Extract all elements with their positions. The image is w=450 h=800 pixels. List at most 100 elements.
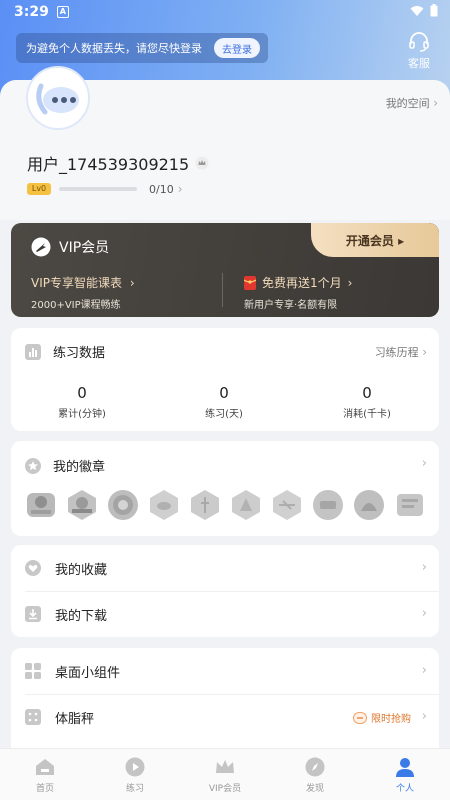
flash-sale-tag: 限时抢购	[353, 710, 411, 725]
tools-card: 桌面小组件 › 体脂秤 限时抢购 ›	[11, 648, 439, 748]
headset-icon	[409, 32, 429, 52]
tab-label: VIP会员	[208, 784, 242, 794]
widget-label: 桌面小组件	[55, 665, 121, 681]
medal-icon[interactable]	[312, 489, 344, 521]
level-badge: Lv0	[27, 183, 51, 195]
medal-icon[interactable]	[107, 489, 139, 521]
heart-icon	[25, 560, 41, 576]
tab-discover[interactable]: 发现	[270, 749, 360, 800]
status-bar: 3:29 A	[0, 0, 450, 24]
wifi-icon	[410, 5, 424, 16]
play-icon	[125, 757, 145, 777]
practice-title: 练习数据	[53, 346, 106, 361]
vip-schedule-title: VIP专享智能课表	[31, 276, 122, 290]
badges-header: 我的徽章	[25, 456, 105, 475]
tab-practice[interactable]: 练习	[90, 749, 180, 800]
medal-icon[interactable]	[148, 489, 180, 521]
open-vip-button[interactable]: 开通会员 ▸	[311, 223, 439, 257]
stat-total-minutes: 0 累计(分钟)	[32, 384, 132, 420]
vip-schedule-subtitle: 2000+VIP课程畅练	[31, 300, 121, 311]
crown-badge-icon	[195, 156, 209, 170]
person-icon	[396, 758, 414, 777]
my-space-link[interactable]: 我的空间 ›	[386, 95, 438, 111]
chevron-right-icon: ›	[421, 606, 427, 621]
vip-schedule-link[interactable]: VIP专享智能课表 ›	[31, 274, 135, 291]
chevron-right-icon: ›	[422, 345, 427, 359]
chevron-right-icon: ›	[177, 182, 183, 196]
tab-label: 练习	[125, 784, 144, 794]
home-icon	[36, 759, 54, 775]
widget-row[interactable]: 桌面小组件 ›	[11, 648, 439, 694]
practice-header: 练习数据	[25, 342, 105, 361]
body-fat-scale-label: 体脂秤	[55, 711, 95, 727]
battery-icon	[430, 4, 438, 17]
stat-calories: 0 消耗(千卡)	[317, 384, 417, 420]
bottom-tab-bar: 首页 练习 VIP会员 发现 个人	[0, 748, 450, 800]
badge-list	[25, 489, 426, 521]
practice-history-label: 习练历程	[374, 346, 419, 359]
favorites-row[interactable]: 我的收藏 ›	[11, 545, 439, 591]
level-progress-text: 0/10	[149, 182, 174, 196]
chevron-right-icon: ›	[433, 96, 438, 110]
medal-icon[interactable]	[66, 489, 98, 521]
my-space-label: 我的空间	[385, 97, 430, 110]
stat-label: 累计(分钟)	[58, 409, 106, 420]
download-icon	[25, 606, 41, 622]
medal-icon[interactable]	[25, 489, 57, 521]
bar-chart-icon	[25, 343, 41, 360]
medal-icon[interactable]	[394, 489, 426, 521]
tab-profile[interactable]: 个人	[360, 749, 450, 800]
medal-icon[interactable]	[230, 489, 262, 521]
chevron-right-icon: ›	[421, 663, 427, 678]
stat-label: 消耗(千卡)	[343, 409, 391, 420]
body-fat-scale-row[interactable]: 体脂秤 限时抢购 ›	[11, 694, 439, 740]
medal-icon[interactable]	[271, 489, 303, 521]
stat-label: 练习(天)	[205, 409, 243, 420]
stat-practice-days: 0 练习(天)	[174, 384, 274, 420]
customer-service-button[interactable]: 客服	[404, 32, 434, 71]
flash-sale-text: 限时抢购	[371, 714, 411, 725]
favorites-label: 我的收藏	[55, 562, 108, 578]
tab-label: 发现	[305, 784, 324, 794]
login-button[interactable]: 去登录	[214, 38, 260, 58]
scale-icon	[25, 709, 41, 725]
vip-free-month-subtitle: 新用户专享·名额有限	[244, 300, 338, 311]
downloads-row[interactable]: 我的下载 ›	[11, 591, 439, 637]
downloads-label: 我的下载	[55, 608, 108, 624]
level-row[interactable]: Lv0 0/10 ›	[27, 182, 183, 196]
username-row: 用户_174539309215	[27, 151, 209, 175]
sale-tag-icon	[353, 711, 367, 724]
notification-icon: A	[56, 6, 69, 18]
badges-title: 我的徽章	[53, 460, 106, 475]
tab-label: 个人	[395, 784, 414, 794]
badges-card[interactable]: 我的徽章 ›	[11, 441, 439, 536]
tab-vip[interactable]: VIP会员	[180, 749, 270, 800]
vip-divider	[222, 273, 223, 307]
tab-home[interactable]: 首页	[0, 749, 90, 800]
tab-label: 首页	[35, 784, 54, 794]
stat-value: 0	[219, 384, 229, 402]
medal-icon[interactable]	[189, 489, 221, 521]
medal-icon[interactable]	[353, 489, 385, 521]
practice-stats-card[interactable]: 练习数据 习练历程 › 0 累计(分钟) 0 练习(天) 0 消耗(千卡)	[11, 328, 439, 431]
red-envelope-icon	[244, 275, 256, 290]
widget-grid-icon	[25, 663, 41, 679]
vip-card[interactable]: VIP会员 开通会员 ▸ VIP专享智能课表 › 2000+VIP课程畅练 免费…	[11, 223, 439, 317]
vip-free-month-link[interactable]: 免费再送1个月 ›	[244, 274, 352, 291]
avatar[interactable]	[26, 66, 90, 130]
login-reminder-banner: 为避免个人数据丢失，请您尽快登录 去登录	[16, 33, 268, 63]
chevron-right-icon: ›	[129, 276, 135, 290]
chevron-right-icon: ›	[421, 560, 427, 575]
compass-icon	[305, 757, 325, 777]
collections-card: 我的收藏 › 我的下载 ›	[11, 545, 439, 637]
avatar-mascot-icon	[36, 83, 79, 115]
practice-history-link[interactable]: 习练历程 ›	[375, 344, 427, 360]
chevron-right-icon: ›	[421, 456, 427, 471]
chevron-right-icon: ›	[347, 275, 353, 290]
stat-value: 0	[77, 384, 87, 402]
level-progress-bar	[59, 187, 137, 191]
username: 用户_174539309215	[27, 155, 190, 174]
status-icons	[410, 4, 438, 17]
vip-title-row: VIP会员	[31, 237, 109, 257]
status-time: 3:29	[14, 4, 49, 20]
